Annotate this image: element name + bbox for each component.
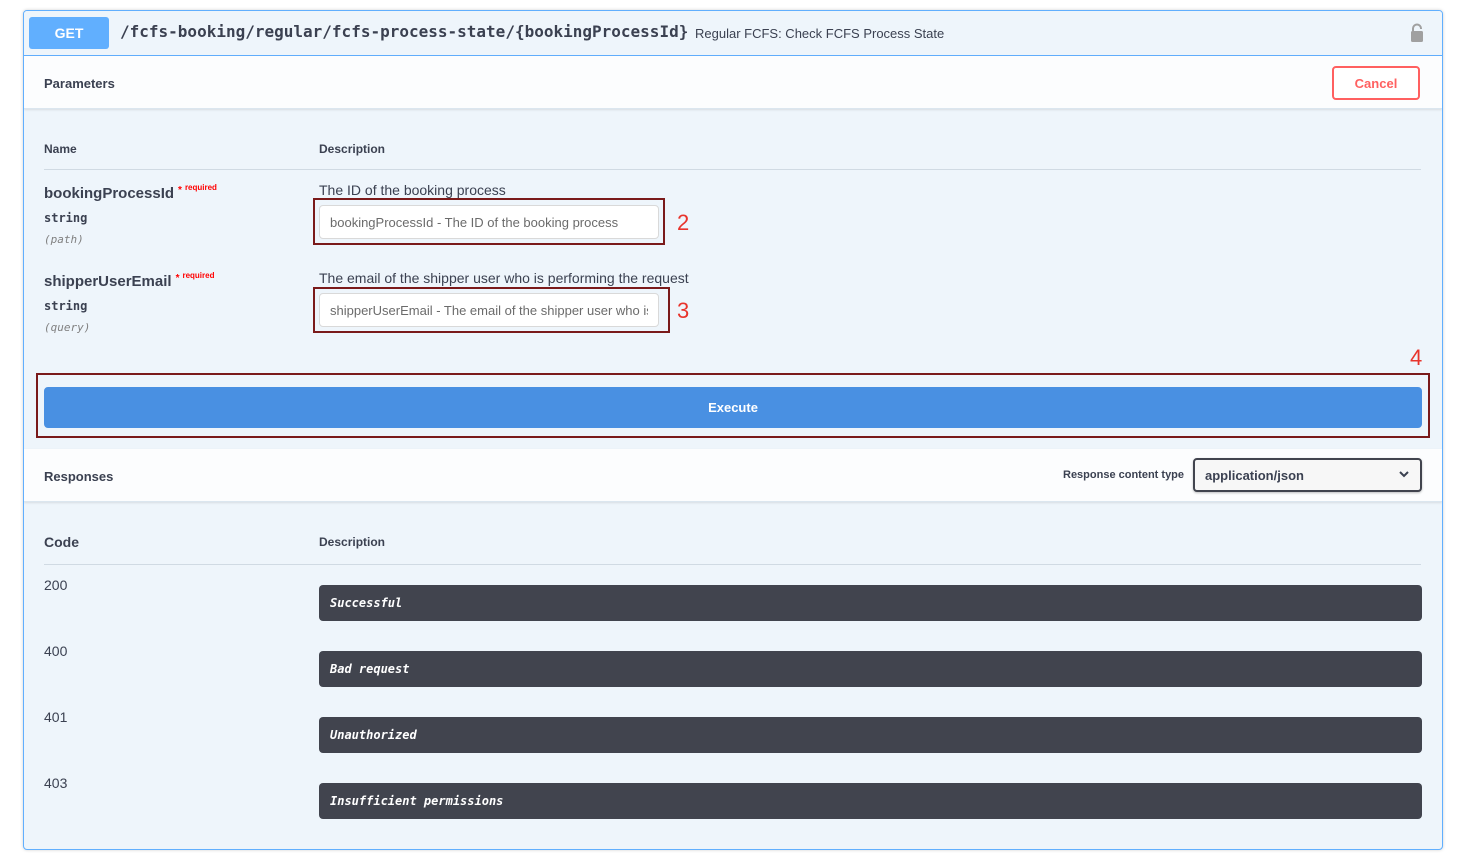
response-content-type-label: Response content type [1063,469,1185,481]
annotation-box-2 [313,198,665,245]
annotation-number-3: 3 [677,298,690,323]
annotation-number-2: 2 [677,210,690,235]
http-method-badge: GET [29,17,109,49]
param-location: (query) [44,321,91,334]
operation-summary[interactable]: GET /fcfs-booking/regular/fcfs-process-s… [24,11,1442,56]
operation-block: GET /fcfs-booking/regular/fcfs-process-s… [23,10,1443,850]
param-name-text: shipperUserEmail [44,273,172,290]
param-description: The ID of the booking process [319,182,506,198]
responses-title: Responses [44,469,114,484]
param-divider [44,169,1421,170]
param-description: The email of the shipper user who is per… [319,270,689,286]
param-type: string [44,299,88,313]
response-col-code: Code [44,534,79,550]
response-description: Successful [319,585,1422,621]
response-col-description: Description [319,535,386,549]
response-code: 400 [44,643,68,659]
chevron-down-icon [1399,471,1409,478]
param-name-text: bookingProcessId [44,185,175,202]
cancel-button[interactable]: Cancel [1332,66,1420,100]
response-content-type-select[interactable]: application/json [1193,458,1422,492]
param-col-name: Name [44,142,77,156]
response-code: 403 [44,775,68,791]
annotation-number-4: 4 [1410,345,1423,370]
required-star: * [178,185,182,196]
select-value: application/json [1205,468,1304,483]
param-col-description: Description [319,142,386,156]
param-type: string [44,211,88,225]
param-name-shipperUserEmail: shipperUserEmail * required [44,271,215,290]
required-label: required [184,183,217,192]
endpoint-path: /fcfs-booking/regular/fcfs-process-state… [120,22,689,41]
response-description: Unauthorized [319,717,1422,753]
response-description: Bad request [319,651,1422,687]
response-code: 200 [44,577,68,593]
param-location: (path) [44,233,84,246]
response-description: Insufficient permissions [319,783,1422,819]
required-star: * [175,273,180,284]
response-code: 401 [44,709,68,725]
parameters-header: Parameters Cancel [24,56,1442,109]
execute-button[interactable]: Execute [44,387,1422,428]
param-name-bookingProcessId: bookingProcessId * required [44,183,217,202]
annotation-box-3 [313,287,670,333]
operation-summary-text: Regular FCFS: Check FCFS Process State [695,26,945,41]
required-label: required [182,271,215,280]
parameters-title: Parameters [44,76,115,91]
lock-icon[interactable] [1409,23,1425,43]
response-divider [44,564,1421,565]
